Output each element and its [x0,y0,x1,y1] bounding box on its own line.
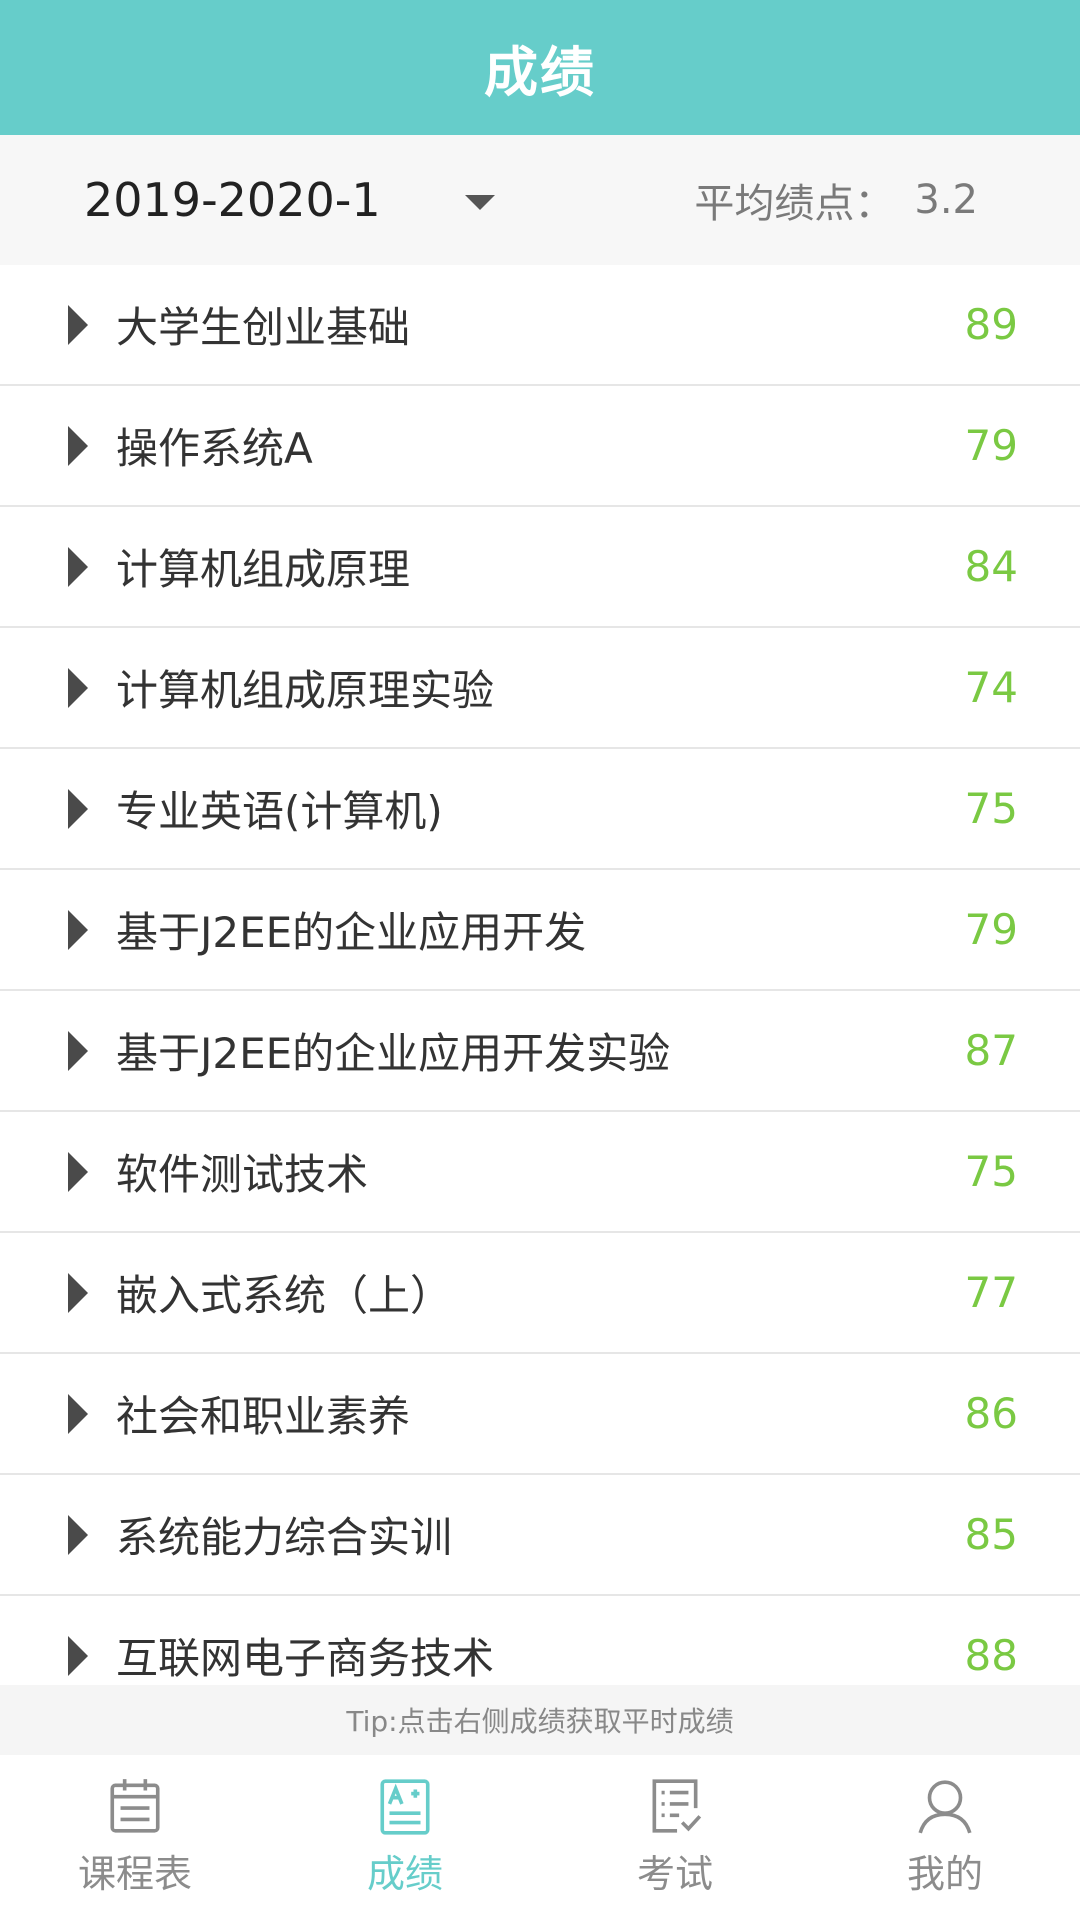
course-row[interactable]: 社会和职业素养 86 [0,1354,1080,1475]
course-name: 系统能力综合实训 [116,1513,453,1562]
course-score[interactable]: 87 [965,1026,1018,1075]
course-row[interactable]: 计算机组成原理 84 [0,507,1080,628]
course-score[interactable]: 89 [965,300,1018,349]
course-score[interactable]: 74 [965,663,1018,712]
course-name: 大学生创业基础 [116,303,411,352]
course-row[interactable]: 大学生创业基础 89 [0,265,1080,386]
expand-arrow-icon [68,425,88,466]
course-score[interactable]: 77 [965,1268,1018,1317]
dropdown-caret-icon [464,194,495,210]
top-bar: 成绩 [0,0,1080,135]
gpa-value: 3.2 [914,177,978,223]
course-row[interactable]: 基于J2EE的企业应用开发 79 [0,870,1080,991]
tab-profile[interactable]: 我的 [810,1755,1080,1920]
term-bar: 2019-2020-1 平均绩点： 3.2 [0,135,1080,265]
expand-arrow-icon [68,546,88,587]
course-score[interactable]: 84 [965,542,1018,591]
course-name: 软件测试技术 [116,1150,369,1199]
term-value: 2019-2020-1 [84,173,381,227]
app-root: 成绩 2019-2020-1 平均绩点： 3.2 大学生创业基础 89 操作系统… [0,0,1080,1920]
grade-icon [380,1779,430,1835]
course-row[interactable]: 计算机组成原理实验 74 [0,628,1080,749]
bottom-tab-bar: 课程表 成绩 考试 我的 [0,1755,1080,1920]
expand-arrow-icon [68,667,88,708]
course-row[interactable]: 嵌入式系统（上） 77 [0,1233,1080,1354]
tab-grades[interactable]: 成绩 [270,1755,540,1920]
expand-arrow-icon [68,1151,88,1192]
expand-arrow-icon [68,1635,88,1676]
tab-label: 我的 [906,1852,983,1896]
tab-schedule[interactable]: 课程表 [0,1755,270,1920]
expand-arrow-icon [68,1030,88,1071]
course-score[interactable]: 79 [965,905,1018,954]
expand-arrow-icon [68,788,88,829]
term-selector[interactable]: 2019-2020-1 [84,135,495,265]
course-name: 互联网电子商务技术 [116,1634,495,1683]
course-name: 社会和职业素养 [116,1392,411,1441]
tab-label: 课程表 [77,1852,192,1896]
course-row[interactable]: 基于J2EE的企业应用开发实验 87 [0,991,1080,1112]
expand-arrow-icon [68,1393,88,1434]
course-name: 操作系统A [116,424,313,473]
page-title: 成绩 [484,41,596,104]
course-score[interactable]: 86 [965,1389,1018,1438]
course-score[interactable]: 75 [965,784,1018,833]
course-score[interactable]: 85 [965,1510,1018,1559]
course-score[interactable]: 75 [965,1147,1018,1196]
course-list[interactable]: 大学生创业基础 89 操作系统A 79 计算机组成原理 84 计算机组成原理实验… [0,265,1080,1685]
expand-arrow-icon [68,909,88,950]
calendar-icon [110,1779,160,1833]
exam-checklist-icon [652,1779,702,1833]
course-name: 专业英语(计算机) [116,787,443,836]
tip-text: Tip:点击右侧成绩获取平时成绩 [346,1705,734,1738]
course-row[interactable]: 操作系统A 79 [0,386,1080,507]
expand-arrow-icon [68,304,88,345]
tip-banner: Tip:点击右侧成绩获取平时成绩 [0,1685,1080,1755]
tab-label: 成绩 [366,1852,443,1896]
user-icon [918,1780,972,1834]
course-name: 计算机组成原理实验 [116,666,495,715]
course-row[interactable]: 系统能力综合实训 85 [0,1475,1080,1596]
course-score[interactable]: 79 [965,421,1018,470]
course-name: 基于J2EE的企业应用开发 [116,908,587,957]
expand-arrow-icon [68,1272,88,1313]
gpa-label: 平均绩点： [694,181,895,227]
course-name: 嵌入式系统（上） [116,1271,453,1320]
course-row[interactable]: 专业英语(计算机) 75 [0,749,1080,870]
course-name: 基于J2EE的企业应用开发实验 [116,1029,671,1078]
gpa-display: 平均绩点： 3.2 [694,135,978,265]
tab-exams[interactable]: 考试 [540,1755,810,1920]
course-name: 计算机组成原理 [116,545,411,594]
expand-arrow-icon [68,1514,88,1555]
course-row[interactable]: 互联网电子商务技术 88 [0,1596,1080,1685]
course-score[interactable]: 88 [965,1631,1018,1680]
course-row[interactable]: 软件测试技术 75 [0,1112,1080,1233]
tab-label: 考试 [636,1852,713,1896]
